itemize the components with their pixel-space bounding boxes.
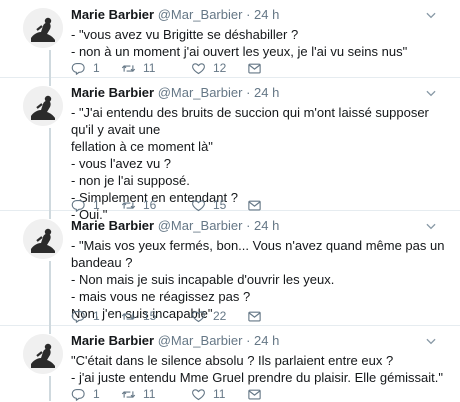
thread-line xyxy=(49,50,51,78)
tweet-actions: 1 11 11 xyxy=(71,386,267,402)
envelope-icon xyxy=(247,387,262,402)
retweet-count: 16 xyxy=(143,198,157,212)
chevron-down-icon[interactable] xyxy=(424,86,438,100)
retweet-icon xyxy=(121,387,136,402)
tweet[interactable]: Marie Barbier @Mar_Barbier · 24 h "C'éta… xyxy=(0,326,460,401)
reply-count: 1 xyxy=(93,387,100,401)
timestamp[interactable]: 24 h xyxy=(254,218,279,233)
author-handle[interactable]: @Mar_Barbier xyxy=(158,7,243,22)
author-name[interactable]: Marie Barbier xyxy=(71,7,154,22)
separator: · xyxy=(246,7,251,22)
avatar-image xyxy=(23,219,63,259)
timestamp[interactable]: 24 h xyxy=(254,7,279,22)
retweet-icon xyxy=(121,309,136,324)
tweet-text: "C'était dans le silence absolu ? Ils pa… xyxy=(71,353,443,385)
envelope-icon xyxy=(247,61,262,76)
reply-count: 1 xyxy=(93,61,100,75)
avatar-image xyxy=(23,86,63,126)
retweet-count: 11 xyxy=(143,387,156,401)
avatar[interactable] xyxy=(23,334,63,374)
tweet[interactable]: Marie Barbier @Mar_Barbier · 24 h - "vou… xyxy=(0,0,460,78)
heart-icon xyxy=(191,309,206,324)
tweet-actions: 1 11 12 xyxy=(71,60,267,76)
tweet-header: Marie Barbier @Mar_Barbier · 24 h xyxy=(71,6,450,24)
avatar-image xyxy=(23,8,63,48)
avatar[interactable] xyxy=(23,219,63,259)
reply-icon xyxy=(71,309,86,324)
separator: · xyxy=(246,85,251,100)
timestamp[interactable]: 24 h xyxy=(254,333,279,348)
reply-count: 1 xyxy=(93,309,100,323)
retweet-button[interactable]: 11 xyxy=(121,387,191,402)
tweet[interactable]: Marie Barbier @Mar_Barbier · 24 h - "Mai… xyxy=(0,211,460,326)
avatar[interactable] xyxy=(23,86,63,126)
tweet-header: Marie Barbier @Mar_Barbier · 24 h xyxy=(71,332,450,350)
retweet-count: 15 xyxy=(143,309,157,323)
like-button[interactable]: 22 xyxy=(191,309,247,324)
envelope-icon xyxy=(247,309,262,324)
thread-line xyxy=(49,261,51,326)
timestamp[interactable]: 24 h xyxy=(254,85,279,100)
reply-button[interactable]: 1 xyxy=(71,61,121,76)
heart-icon xyxy=(191,387,206,402)
like-count: 15 xyxy=(213,198,227,212)
thread-line xyxy=(49,211,51,219)
author-name[interactable]: Marie Barbier xyxy=(71,85,154,100)
chevron-down-icon[interactable] xyxy=(424,219,438,233)
like-button[interactable]: 11 xyxy=(191,387,247,402)
chevron-down-icon[interactable] xyxy=(424,8,438,22)
avatar-image xyxy=(23,334,63,374)
thread-line xyxy=(49,78,51,86)
chevron-down-icon[interactable] xyxy=(424,334,438,348)
reply-button[interactable]: 1 xyxy=(71,309,121,324)
reply-icon xyxy=(71,387,86,402)
reply-button[interactable]: 1 xyxy=(71,387,121,402)
retweet-count: 11 xyxy=(143,61,156,75)
author-handle[interactable]: @Mar_Barbier xyxy=(158,218,243,233)
author-handle[interactable]: @Mar_Barbier xyxy=(158,85,243,100)
author-name[interactable]: Marie Barbier xyxy=(71,333,154,348)
separator: · xyxy=(246,218,251,233)
retweet-icon xyxy=(121,61,136,76)
author-handle[interactable]: @Mar_Barbier xyxy=(158,333,243,348)
thread-line xyxy=(49,128,51,211)
tweet-actions: 1 15 22 xyxy=(71,308,267,324)
like-count: 12 xyxy=(213,61,227,75)
heart-icon xyxy=(191,61,206,76)
like-count: 22 xyxy=(213,309,227,323)
avatar[interactable] xyxy=(23,8,63,48)
tweet-header: Marie Barbier @Mar_Barbier · 24 h xyxy=(71,217,450,235)
thread-line xyxy=(49,376,51,401)
reply-count: 1 xyxy=(93,198,100,212)
like-count: 11 xyxy=(213,387,226,401)
tweet-header: Marie Barbier @Mar_Barbier · 24 h xyxy=(71,84,450,102)
thread-line xyxy=(49,326,51,334)
like-button[interactable]: 12 xyxy=(191,61,247,76)
retweet-button[interactable]: 15 xyxy=(121,309,191,324)
author-name[interactable]: Marie Barbier xyxy=(71,218,154,233)
reply-icon xyxy=(71,61,86,76)
dm-button[interactable] xyxy=(247,387,267,402)
dm-button[interactable] xyxy=(247,309,267,324)
tweet-text: - "vous avez vu Brigitte se déshabiller … xyxy=(71,27,408,59)
separator: · xyxy=(246,333,251,348)
tweet[interactable]: Marie Barbier @Mar_Barbier · 24 h - "J'a… xyxy=(0,78,460,222)
dm-button[interactable] xyxy=(247,61,267,76)
retweet-button[interactable]: 11 xyxy=(121,61,191,76)
